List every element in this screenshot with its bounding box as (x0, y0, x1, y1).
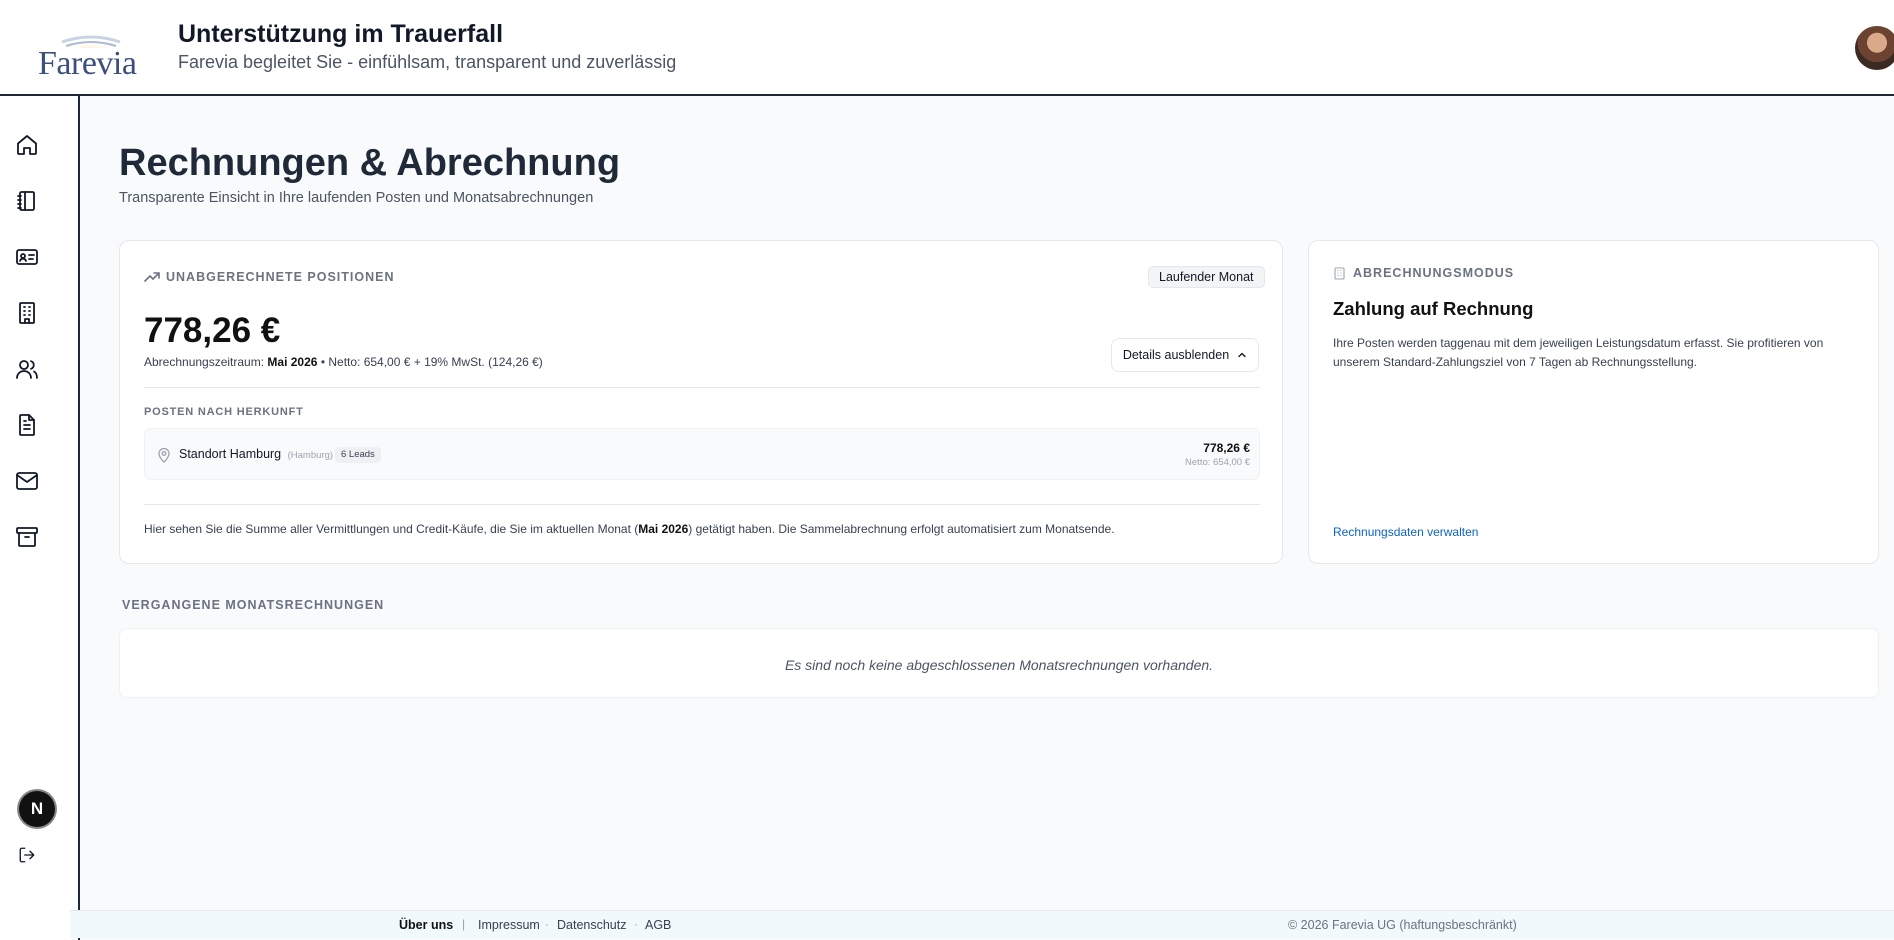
copyright-text: © 2026 Farevia UG (haftungsbeschränkt) (1288, 918, 1517, 932)
toggle-details-label: Details ausblenden (1122, 348, 1230, 362)
footer: Über uns | Impressum · Datenschutz · AGB… (70, 910, 1894, 938)
notebook-icon (17, 191, 35, 211)
open-items-footnote: Hier sehen Sie die Summe aller Vermittlu… (144, 522, 1115, 536)
footnote-prefix: Hier sehen Sie die Summe aller Vermittlu… (144, 522, 639, 536)
billing-period-prefix: Abrechnungszeitraum: (144, 355, 265, 369)
billing-period-month: Mai 2026 (267, 355, 318, 369)
header-title: Unterstützung im Trauerfall (178, 20, 504, 48)
footer-datenschutz-link[interactable]: Datenschutz (557, 918, 626, 932)
sidebar-item-home[interactable] (14, 132, 40, 158)
billing-mode-label: ABRECHNUNGSMODUS (1353, 266, 1515, 280)
open-items-card: UNABGERECHNETE POSITIONEN Laufender Mona… (119, 240, 1283, 564)
archive-icon (16, 527, 38, 547)
billing-mode-title: Zahlung auf Rechnung (1333, 298, 1534, 319)
divider (144, 504, 1260, 505)
building-icon (19, 302, 35, 324)
farevia-logo[interactable]: Farevia (34, 16, 140, 82)
origin-netto: Netto: 654,00 € (1185, 457, 1250, 468)
empty-state-text: Es sind noch keine abgeschlossenen Monat… (784, 657, 1214, 673)
sidebar-item-contacts[interactable] (14, 244, 40, 270)
document-icon (19, 414, 35, 436)
footnote-suffix: ) getätigt haben. Die Sammelabrechnung e… (688, 522, 1115, 536)
footer-separator: · (545, 917, 549, 931)
sidebar-item-locations[interactable] (14, 300, 40, 326)
home-icon (17, 135, 37, 155)
sidebar-item-messages[interactable] (14, 468, 40, 494)
open-items-label: UNABGERECHNETE POSITIONEN (166, 270, 395, 284)
logo-text: Farevia (38, 45, 137, 82)
manage-billing-data-link[interactable]: Rechnungsdaten verwalten (1333, 525, 1478, 539)
sidebar-item-invoices[interactable] (14, 412, 40, 438)
footer-impressum-link[interactable]: Impressum (478, 918, 540, 932)
app-header: Farevia Unterstützung im Trauerfall Fare… (0, 0, 1894, 96)
footnote-month: Mai 2026 (638, 522, 689, 536)
billing-mode-description: Ihre Posten werden taggenau mit dem jewe… (1333, 336, 1824, 369)
trending-up-icon (144, 272, 160, 282)
footer-agb-link[interactable]: AGB (645, 918, 671, 932)
origin-city: (Hamburg) (287, 450, 334, 461)
footer-separator: · (634, 917, 638, 931)
billing-period: Abrechnungszeitraum: Mai 2026 • Netto: 6… (144, 355, 543, 369)
logout-button[interactable] (14, 842, 40, 868)
sidebar-item-archive[interactable] (14, 524, 40, 550)
origin-amount: 778,26 € (1203, 441, 1250, 455)
leads-badge: 6 Leads (335, 447, 381, 463)
footer-separator: | (462, 917, 466, 931)
sun-logo-icon (57, 20, 125, 48)
mail-icon (16, 472, 38, 490)
current-month-badge: Laufender Monat (1148, 266, 1265, 288)
sidebar: N (0, 96, 80, 940)
map-pin-icon (158, 447, 170, 463)
sidebar-item-users[interactable] (14, 356, 40, 382)
origin-row[interactable]: Standort Hamburg (Hamburg) 6 Leads 778,2… (144, 428, 1260, 480)
users-icon (16, 360, 38, 379)
logout-icon (19, 847, 35, 863)
page-subtitle: Transparente Einsicht in Ihre laufenden … (119, 190, 594, 206)
divider (144, 387, 1260, 388)
past-invoices-list: Es sind noch keine abgeschlossenen Monat… (119, 628, 1879, 698)
past-invoices-label: VERGANGENE MONATSRECHNUNGEN (122, 598, 385, 612)
chevron-up-icon (1238, 352, 1246, 358)
header-subtitle: Farevia begleitet Sie - einfühlsam, tran… (178, 52, 677, 72)
footer-about-link[interactable]: Über uns (399, 918, 453, 932)
origin-name: Standort Hamburg (Hamburg) (179, 447, 333, 461)
user-initial-badge[interactable]: N (19, 791, 55, 827)
toggle-details-button[interactable]: Details ausblenden (1111, 338, 1259, 372)
id-card-icon (16, 249, 38, 265)
origin-location: Standort Hamburg (179, 447, 282, 461)
billing-mode-card: ABRECHNUNGSMODUS Zahlung auf Rechnung Ih… (1308, 240, 1879, 564)
items-by-origin-label: POSTEN NACH HERKUNFT (144, 406, 304, 418)
billing-period-netto: • Netto: 654,00 € + 19% MwSt. (124,26 €) (320, 355, 543, 369)
sidebar-item-notebook[interactable] (14, 188, 40, 214)
building-small-icon (1334, 267, 1345, 280)
open-items-total: 778,26 € (144, 311, 281, 350)
page-title: Rechnungen & Abrechnung (119, 142, 621, 184)
user-avatar[interactable] (1855, 26, 1894, 70)
